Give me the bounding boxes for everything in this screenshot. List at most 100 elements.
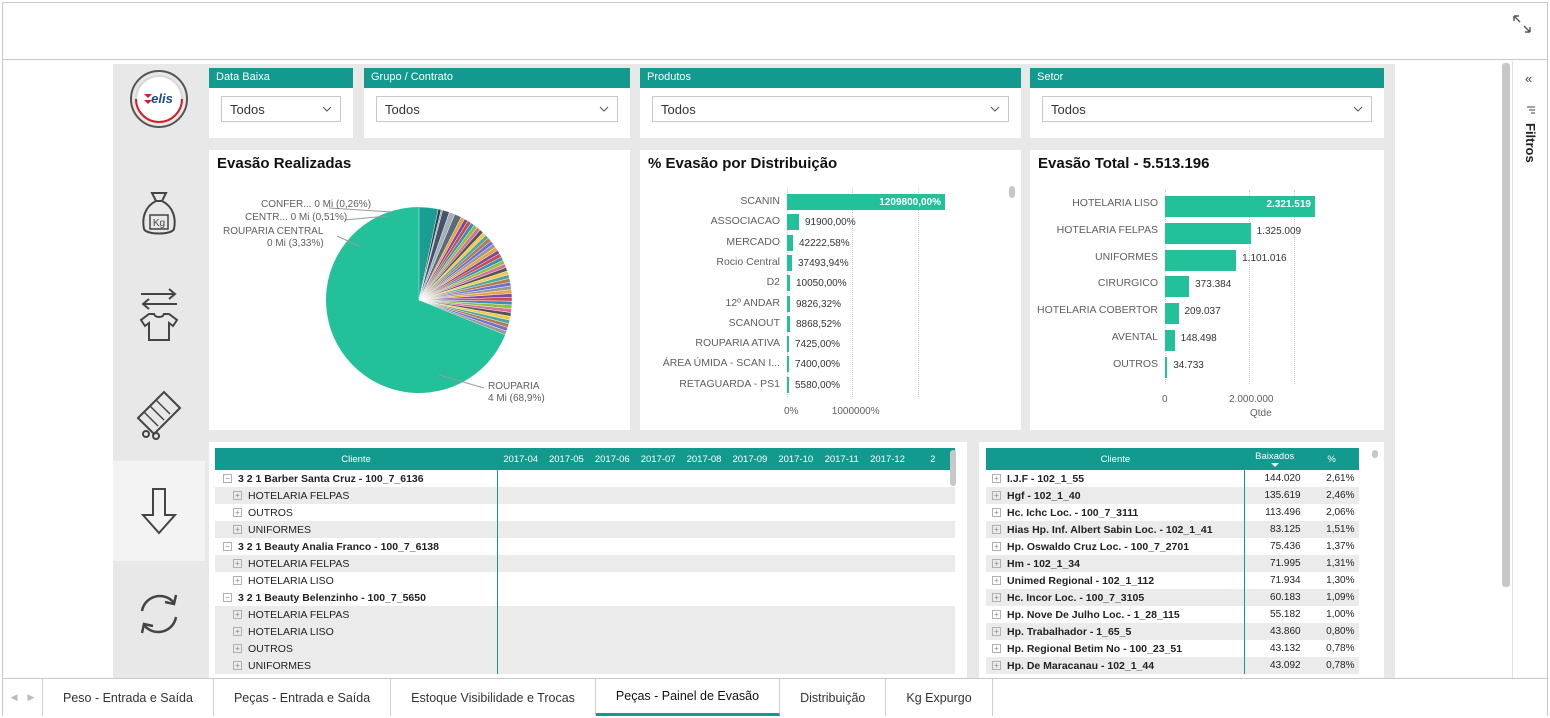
expand-icon[interactable]: +: [233, 610, 242, 620]
expand-icon[interactable]: +: [992, 627, 1001, 637]
slicer-label: Produtos: [640, 68, 1021, 88]
clients-row[interactable]: + Hc. Incor Loc. - 100_7_3105 60.183 1,09%: [986, 589, 1359, 606]
matrix-month-header[interactable]: 2017-08: [681, 448, 727, 470]
bar[interactable]: [787, 254, 792, 271]
matrix-row[interactable]: + UNIFORMES: [215, 521, 955, 538]
clients-header-baixados[interactable]: Baixados: [1244, 448, 1305, 470]
bar[interactable]: [787, 275, 790, 292]
matrix-month-header[interactable]: 2017-06: [589, 448, 636, 470]
matrix-row[interactable]: + HOTELARIA FELPAS: [215, 487, 955, 504]
matrix-row[interactable]: −3 2 1 Beauty Belenzinho - 100_7_5650: [215, 589, 955, 606]
matrix-month-header[interactable]: 2017-10: [772, 448, 819, 470]
nav-down-button[interactable]: [113, 461, 205, 561]
expand-icon[interactable]: +: [233, 644, 242, 654]
matrix-row[interactable]: + HOTELARIA FELPAS: [215, 555, 955, 572]
tab-nav-arrows[interactable]: ◀ ▶: [3, 679, 43, 716]
clients-row[interactable]: + Hm - 102_1_34 71.995 1,31%: [986, 555, 1359, 572]
matrix-row[interactable]: + HOTELARIA FELPAS: [215, 606, 955, 623]
expand-icon[interactable]: +: [992, 644, 1001, 654]
matrix-row[interactable]: −3 2 1 Barber Santa Cruz - 100_7_6136: [215, 470, 955, 487]
matrix-row[interactable]: + OUTROS: [215, 640, 955, 657]
clients-row[interactable]: + Hc. Ichc Loc. - 100_7_3111 113.496 2,06%: [986, 504, 1359, 521]
page-tab[interactable]: Peças - Painel de Evasão: [595, 679, 781, 716]
matrix-scrollbar[interactable]: [950, 450, 956, 486]
expand-icon[interactable]: +: [992, 559, 1001, 569]
bar[interactable]: [1165, 249, 1237, 271]
page-tab[interactable]: Peso - Entrada e Saída: [43, 679, 214, 716]
matrix-month-header[interactable]: 2017-12: [864, 448, 911, 470]
bar[interactable]: [1165, 276, 1190, 298]
page-tab[interactable]: Distribuição: [780, 679, 887, 716]
bar[interactable]: [1165, 330, 1175, 351]
bar[interactable]: [787, 336, 789, 353]
bar[interactable]: [1165, 222, 1251, 244]
next-page-icon[interactable]: ▶: [28, 692, 35, 703]
clients-row[interactable]: + Hgf - 102_1_40 135.619 2,46%: [986, 487, 1359, 504]
slicer-dropdown[interactable]: Todos: [652, 96, 1009, 122]
slicer-dropdown[interactable]: Todos: [1042, 96, 1372, 122]
expand-icon[interactable]: +: [992, 525, 1001, 535]
bar[interactable]: [1165, 356, 1168, 378]
clients-row[interactable]: + Hp. Oswaldo Cruz Loc. - 100_7_2701 75.43…: [986, 538, 1359, 555]
expand-icon[interactable]: +: [233, 491, 242, 501]
expand-icon[interactable]: +: [992, 508, 1001, 518]
bar[interactable]: [787, 315, 790, 332]
clients-scrollbar[interactable]: [1372, 450, 1378, 458]
clients-row[interactable]: + Hp. Regional Betim No - 100_23_51 43.132…: [986, 640, 1359, 657]
expand-icon[interactable]: +: [233, 508, 242, 518]
matrix-row[interactable]: + HOTELARIA LISO: [215, 572, 955, 589]
page-tab[interactable]: Estoque Visibilidade e Trocas: [391, 679, 596, 716]
matrix-month-header[interactable]: 2017-09: [726, 448, 773, 470]
slicer-dropdown[interactable]: Todos: [376, 96, 618, 122]
nav-exchange-button[interactable]: [113, 264, 205, 364]
bar[interactable]: [787, 295, 790, 312]
collapse-icon[interactable]: «: [1525, 71, 1532, 86]
bar[interactable]: [1165, 303, 1179, 325]
expand-icon[interactable]: +: [233, 661, 242, 671]
collapse-icon[interactable]: −: [223, 474, 232, 484]
prev-page-icon[interactable]: ◀: [11, 692, 18, 703]
page-tab[interactable]: Kg Expurgo: [886, 679, 993, 716]
page-scrollbar[interactable]: [1502, 63, 1510, 587]
collapse-icon[interactable]: −: [223, 542, 232, 552]
expand-icon[interactable]: +: [233, 525, 242, 535]
bar[interactable]: [787, 234, 793, 251]
matrix-month-header[interactable]: 2017-05: [543, 448, 590, 470]
expand-icon[interactable]: +: [992, 593, 1001, 603]
expand-icon[interactable]: +: [233, 559, 242, 569]
clients-row[interactable]: + Unimed Regional - 102_1_112 71.934 1,30%: [986, 572, 1359, 589]
expand-icon[interactable]: +: [233, 627, 242, 637]
matrix-month-header[interactable]: 2017-07: [635, 448, 682, 470]
page-tab[interactable]: Peças - Entrada e Saída: [214, 679, 392, 716]
expand-icon[interactable]: +: [992, 661, 1001, 671]
clients-row[interactable]: + Hp. Trabalhador - 1_65_5 43.860 0,80%: [986, 623, 1359, 640]
nav-trolley-button[interactable]: [113, 364, 205, 464]
nav-kg-button[interactable]: Kg: [113, 164, 205, 264]
collapse-icon[interactable]: −: [223, 593, 232, 603]
expand-icon[interactable]: +: [233, 576, 242, 586]
clients-row[interactable]: + Hias Hp. Inf. Albert Sabin Loc. - 102_1…: [986, 521, 1359, 538]
matrix-row[interactable]: + OUTROS: [215, 504, 955, 521]
expand-icon[interactable]: +: [992, 576, 1001, 586]
matrix-row[interactable]: + UNIFORMES: [215, 657, 955, 674]
expand-icon[interactable]: +: [992, 474, 1001, 484]
matrix-row[interactable]: −3 2 1 Beauty Analia Franco - 100_7_6138: [215, 538, 955, 555]
expand-icon[interactable]: +: [992, 542, 1001, 552]
matrix-month-header[interactable]: 2017-04: [497, 448, 544, 470]
matrix-month-header[interactable]: 2: [910, 448, 955, 470]
filters-pane[interactable]: « Filtros: [1512, 61, 1547, 678]
expand-icon[interactable]: +: [992, 610, 1001, 620]
bar[interactable]: [787, 214, 799, 231]
clients-row[interactable]: + Hp. Nove De Julho Loc. - 1_28_115 55.182…: [986, 606, 1359, 623]
bar[interactable]: [787, 376, 789, 393]
nav-refresh-button[interactable]: [113, 564, 205, 664]
expand-icon[interactable]: +: [992, 491, 1001, 501]
clients-row[interactable]: + Hp. De Maracanau - 102_1_44 43.092 0,78%: [986, 657, 1359, 674]
distribution-scrollbar[interactable]: [1009, 186, 1015, 198]
bar[interactable]: [787, 356, 789, 373]
clients-row[interactable]: + I.J.F - 102_1_55 144.020 2,61%: [986, 470, 1359, 487]
expand-icon[interactable]: [1511, 13, 1533, 35]
matrix-row[interactable]: + HOTELARIA LISO: [215, 623, 955, 640]
slicer-dropdown[interactable]: Todos: [221, 96, 341, 122]
matrix-month-header[interactable]: 2017-11: [818, 448, 865, 470]
